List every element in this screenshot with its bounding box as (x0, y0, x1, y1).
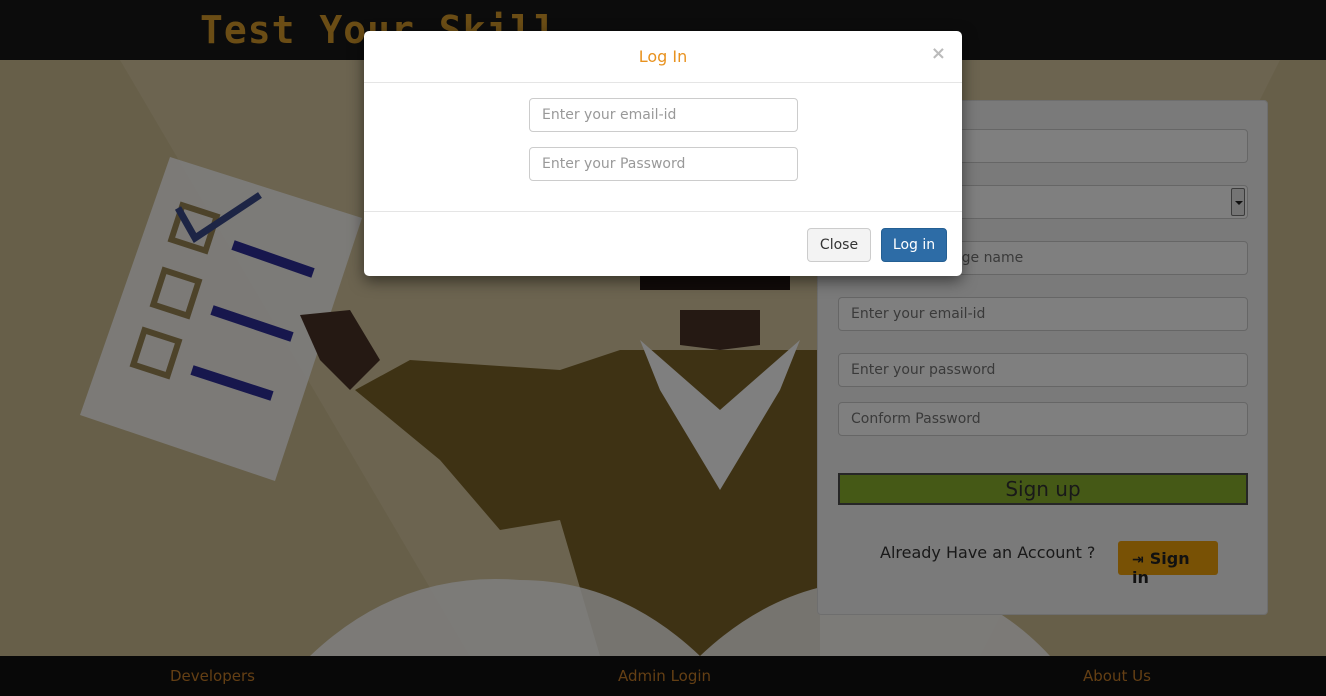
login-button[interactable]: Log in (881, 228, 947, 262)
close-icon[interactable]: × (931, 43, 946, 64)
modal-header: Log In × (364, 31, 962, 83)
login-password-input[interactable] (529, 147, 798, 181)
modal-title: Log In (638, 47, 688, 66)
modal-footer: Close Log in (364, 211, 962, 276)
close-button[interactable]: Close (807, 228, 871, 262)
login-email-input[interactable] (529, 98, 798, 132)
login-modal: Log In × Close Log in (364, 31, 962, 276)
